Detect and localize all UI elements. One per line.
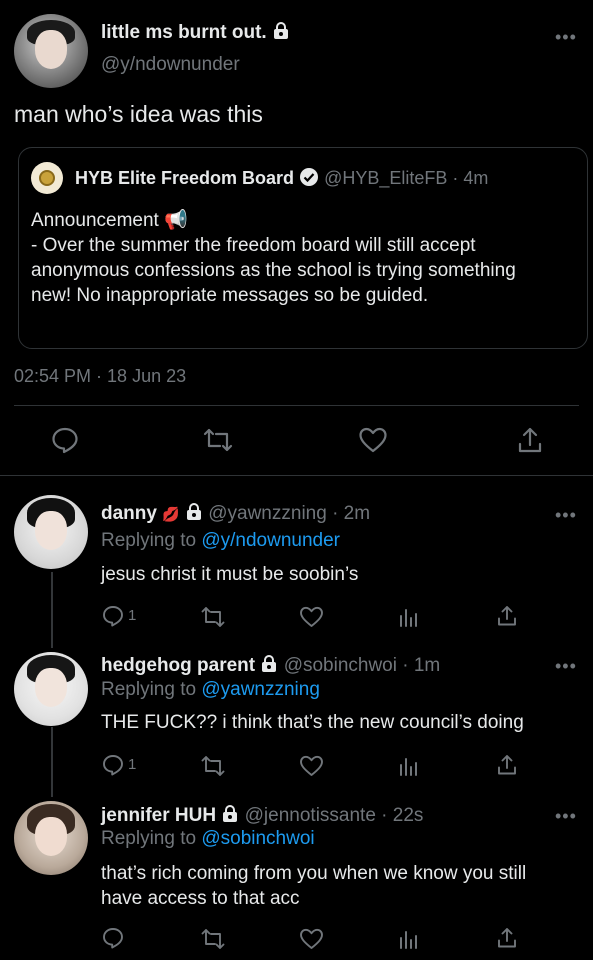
more-options-icon[interactable]: ••• — [555, 807, 577, 825]
replying-to: Replying to @y/ndownunder — [101, 530, 340, 552]
tweet-timestamp[interactable]: 02:54 PM · 18 Jun 23 — [14, 366, 186, 387]
retweet-icon[interactable] — [202, 426, 234, 454]
quoted-tweet-card[interactable]: HYB Elite Freedom Board @HYB_EliteFB · 4… — [18, 147, 588, 349]
more-options-icon[interactable]: ••• — [555, 28, 577, 46]
author-display-name[interactable]: little ms burnt out. — [101, 22, 267, 43]
retweet-icon[interactable] — [200, 605, 226, 629]
replying-to-label: Replying to — [101, 828, 202, 849]
reply-icon[interactable] — [101, 604, 125, 628]
reply-count: 1 — [128, 756, 137, 773]
verified-badge-icon — [300, 168, 319, 186]
retweet-icon[interactable] — [200, 754, 226, 778]
like-icon[interactable] — [358, 426, 388, 454]
reply-icon[interactable] — [101, 926, 125, 950]
reply-display-name[interactable]: jennifer HUH — [101, 805, 216, 826]
reply-display-name[interactable]: danny — [101, 503, 157, 524]
lock-icon — [223, 805, 238, 822]
tweet-text: man who’s idea was this — [14, 101, 263, 127]
reply-handle-time: @sobinchwoi · 1m — [283, 655, 441, 676]
quoted-display-name: HYB Elite Freedom Board — [75, 168, 295, 188]
share-icon[interactable] — [516, 425, 544, 455]
analytics-icon[interactable] — [398, 606, 418, 628]
share-icon[interactable] — [496, 926, 518, 950]
reply-text: THE FUCK?? i think that’s the new counci… — [101, 712, 524, 733]
reply-text: jesus christ it must be soobin’s — [101, 564, 359, 585]
reply-header: hedgehog parent @sobinchwoi · 1m — [101, 655, 440, 677]
lock-icon — [262, 655, 277, 672]
reply-count: 1 — [128, 607, 137, 624]
reply-header: jennifer HUH @jennotissante · 22s — [101, 805, 423, 827]
quoted-text-body: - Over the summer the freedom board will… — [31, 235, 516, 306]
analytics-icon[interactable] — [398, 928, 418, 950]
retweet-icon[interactable] — [200, 927, 226, 951]
like-icon[interactable] — [299, 927, 324, 951]
replying-to-label: Replying to — [101, 679, 202, 700]
replying-to: Replying to @sobinchwoi — [101, 828, 315, 850]
like-icon[interactable] — [299, 605, 324, 629]
replying-to: Replying to @yawnzzning — [101, 679, 320, 701]
share-icon[interactable] — [496, 753, 518, 777]
reply-handle-time: @yawnzzning · 2m — [208, 503, 371, 524]
quoted-text-line1: Announcement 📢 — [31, 210, 188, 231]
divider — [0, 475, 593, 476]
author-handle[interactable]: @y/ndownunder — [101, 54, 240, 76]
reply-handle-time: @jennotissante · 22s — [244, 805, 424, 826]
avatar[interactable] — [14, 801, 88, 875]
quoted-header: HYB Elite Freedom Board @HYB_EliteFB · 4… — [75, 167, 488, 189]
reply-icon[interactable] — [50, 425, 80, 455]
thread-line — [51, 727, 53, 797]
replying-to-handle[interactable]: @sobinchwoi — [201, 828, 314, 849]
avatar[interactable] — [14, 652, 88, 726]
reply-header: danny 💋 @yawnzzning · 2m — [101, 503, 370, 525]
lock-icon — [274, 22, 288, 39]
analytics-icon[interactable] — [398, 755, 418, 777]
more-options-icon[interactable]: ••• — [555, 506, 577, 524]
avatar[interactable] — [14, 495, 88, 569]
lips-emoji-icon: 💋 — [162, 506, 180, 522]
quoted-handle-time: @HYB_EliteFB · 4m — [324, 168, 489, 188]
reply-display-name[interactable]: hedgehog parent — [101, 655, 255, 676]
reply-text: that’s rich coming from you when we know… — [101, 863, 527, 909]
replying-to-handle[interactable]: @yawnzzning — [201, 679, 320, 700]
quoted-text: Announcement 📢 - Over the summer the fre… — [31, 208, 551, 308]
author-name-row: little ms burnt out. — [101, 22, 290, 44]
divider — [14, 405, 579, 406]
replying-to-handle[interactable]: @y/ndownunder — [201, 530, 340, 551]
like-icon[interactable] — [299, 754, 324, 778]
replying-to-label: Replying to — [101, 530, 202, 551]
quoted-avatar — [31, 162, 63, 194]
avatar[interactable] — [14, 14, 88, 88]
lock-icon — [186, 503, 201, 520]
more-options-icon[interactable]: ••• — [555, 657, 577, 675]
thread-line — [51, 572, 53, 648]
share-icon[interactable] — [496, 604, 518, 628]
reply-icon[interactable] — [101, 753, 125, 777]
